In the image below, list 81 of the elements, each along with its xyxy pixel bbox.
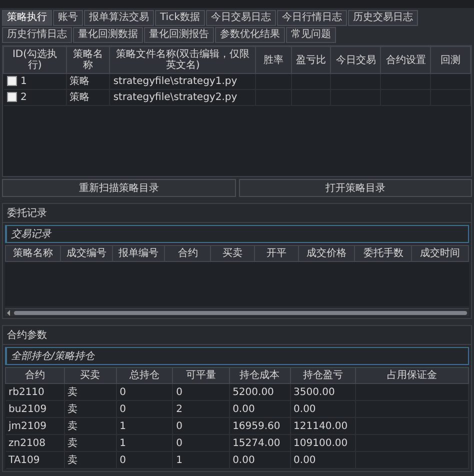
- table-cell: 1: [176, 454, 182, 466]
- column-header: 胜率: [256, 46, 292, 74]
- tab[interactable]: 量化回测数据: [73, 27, 143, 43]
- table-cell: 0.00: [294, 454, 316, 466]
- table-cell: bu2109: [8, 404, 47, 414]
- tab[interactable]: Tick数据: [155, 10, 205, 26]
- table-cell: strategyfile\strategy1.py: [113, 76, 238, 87]
- table-cell: 15274.00: [232, 438, 280, 448]
- column-header: 委托手数: [354, 246, 412, 262]
- tab[interactable]: 报单算法交易: [84, 10, 154, 26]
- section-title: 合约参数: [3, 326, 471, 345]
- table-cell: 0: [120, 454, 126, 466]
- tab[interactable]: 量化回测报告: [144, 27, 214, 43]
- table-cell: 0: [120, 386, 126, 398]
- table-cell: 2: [20, 92, 27, 103]
- table-cell: 卖: [68, 386, 78, 398]
- sub-tab[interactable]: 全部持仓/策略持仓: [5, 347, 469, 365]
- table-cell: 0.00: [294, 404, 316, 414]
- column-header: 合约: [6, 368, 64, 384]
- tab[interactable]: 历史行情日志: [2, 27, 72, 43]
- table-cell: rb2110: [8, 386, 44, 398]
- sub-tab[interactable]: 交易记录: [5, 225, 469, 243]
- column-header: 成交时间: [412, 246, 468, 262]
- table-cell: 卖: [68, 454, 78, 466]
- column-header: 成交编号: [60, 246, 112, 262]
- column-header: 总持仓: [116, 368, 173, 384]
- button[interactable]: 打开策略目录: [238, 179, 472, 197]
- column-header: 持仓成本: [229, 368, 290, 384]
- table-cell: 16959.60: [232, 420, 280, 432]
- table-cell: 策略: [70, 92, 90, 103]
- table-cell: 0: [176, 420, 182, 432]
- table-cell: strategyfile\strategy2.py: [113, 92, 238, 103]
- column-header: 策略名称: [66, 46, 110, 74]
- tab[interactable]: 账号: [53, 10, 83, 26]
- column-header: 买卖: [64, 368, 116, 384]
- column-header: 策略名称: [6, 246, 60, 262]
- column-header: 买卖: [210, 246, 254, 262]
- column-header: 合约设置: [380, 46, 431, 74]
- table-cell: 1: [20, 76, 27, 87]
- column-header: 可平量: [172, 368, 230, 384]
- table-cell: 策略: [70, 76, 90, 87]
- table-cell: 0.00: [232, 404, 255, 414]
- checkbox[interactable]: [6, 76, 16, 86]
- table-cell: 卖: [68, 404, 78, 414]
- tab[interactable]: 今日行情日志: [276, 10, 347, 26]
- table-cell: 109100.00: [294, 438, 348, 448]
- column-header: 成交价格: [298, 246, 355, 262]
- column-header: 报单编号: [112, 246, 165, 262]
- table-cell: 卖: [68, 438, 78, 448]
- column-header: ID(勾选执行): [4, 46, 66, 74]
- column-header: 盈亏比: [291, 46, 331, 74]
- column-header: 回测: [430, 46, 470, 74]
- table-cell: 1: [120, 438, 126, 448]
- table-cell: 2: [176, 404, 182, 414]
- table-cell: 3500.00: [294, 386, 335, 398]
- table-cell: 0: [176, 438, 182, 448]
- table-cell: 0: [176, 386, 182, 398]
- tab[interactable]: 今日交易日志: [206, 10, 276, 26]
- tab[interactable]: 历史交易日志: [348, 10, 418, 26]
- table-cell: 0.00: [232, 454, 255, 466]
- column-header: 占用保证金: [356, 368, 468, 384]
- section-title: 委托记录: [3, 204, 471, 223]
- table-cell: 121140.00: [294, 420, 348, 432]
- column-header: 合约: [164, 246, 211, 262]
- column-header: 策略文件名称(双击编辑，仅限英文名): [110, 46, 256, 74]
- tab[interactable]: 策略执行: [2, 10, 52, 26]
- table-cell: 5200.00: [232, 386, 274, 398]
- table-cell: TA109: [8, 454, 40, 466]
- table-cell: jm2109: [8, 420, 46, 432]
- column-header: 持仓盈亏: [290, 368, 356, 384]
- table-cell: 卖: [68, 420, 78, 432]
- horizontal-scrollbar[interactable]: [5, 308, 469, 316]
- tab[interactable]: 常见问题: [286, 27, 336, 43]
- column-header: 今日交易: [330, 46, 381, 74]
- table-cell: 1: [120, 420, 126, 432]
- button[interactable]: 重新扫描策略目录: [2, 179, 236, 197]
- column-header: 开平: [254, 246, 298, 262]
- table-cell: 0: [120, 404, 126, 414]
- tab[interactable]: 参数优化结果: [215, 27, 285, 43]
- table-cell: zn2108: [8, 438, 46, 448]
- checkbox[interactable]: [6, 92, 16, 102]
